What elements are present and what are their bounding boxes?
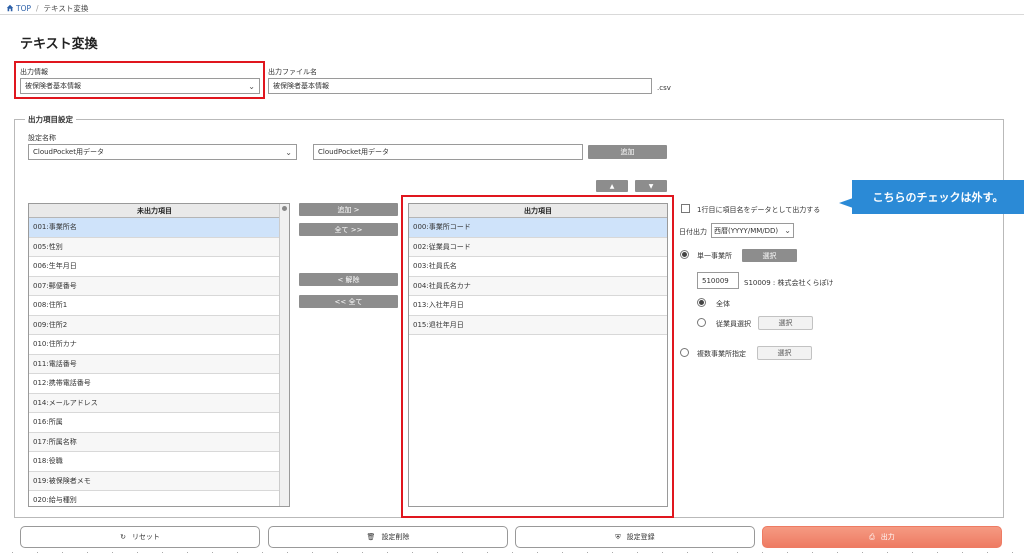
- first-row-header-label: 1行目に項目名をデータとして出力する: [697, 206, 821, 214]
- output-list-header: 出力項目: [409, 204, 667, 218]
- instruction-callout: こちらのチェックは外す。: [852, 180, 1024, 214]
- unoutput-list-rows: 001:事業所名 005:性別 006:生年月日 007:郵便番号 008:住所1 009…: [29, 218, 280, 506]
- output-filename-extension: .csv: [657, 84, 671, 92]
- list-item[interactable]: 006:生年月日: [29, 257, 280, 277]
- delete-setting-button[interactable]: 🗑 設定削除: [268, 526, 508, 548]
- unoutput-items-list: 未出力項目 001:事業所名 005:性別 006:生年月日 007:郵便番号 008:…: [28, 203, 290, 507]
- list-item[interactable]: 019:被保険者メモ: [29, 471, 280, 491]
- chevron-down-icon: ⌄: [248, 81, 255, 91]
- date-output-select[interactable]: 西暦(YYYY/MM/DD) ⌄: [711, 223, 794, 238]
- add-selected-button[interactable]: 追加 >: [299, 203, 398, 216]
- breadcrumb-current: テキスト変換: [43, 3, 89, 13]
- scrollbar-thumb[interactable]: [282, 206, 287, 211]
- list-item[interactable]: 014:メールアドレス: [29, 393, 280, 413]
- list-item[interactable]: 005:性別: [29, 237, 280, 257]
- multi-office-select-button[interactable]: 選択: [757, 346, 812, 360]
- add-all-button[interactable]: 全て >>: [299, 223, 398, 236]
- list-item[interactable]: 007:郵便番号: [29, 276, 280, 296]
- move-down-button[interactable]: ▼: [635, 180, 667, 192]
- output-icon: ⎙: [869, 532, 875, 541]
- trash-icon: 🗑: [366, 533, 376, 541]
- all-employees-label: 全体: [716, 300, 730, 308]
- header-divider: [0, 14, 1024, 15]
- output-info-value: 被保険者基本情報: [25, 82, 81, 90]
- page-title: テキスト変換: [20, 37, 98, 52]
- output-info-label: 出力情報: [20, 68, 48, 76]
- output-items-legend: 出力項目設定: [25, 114, 76, 125]
- output-filename-label: 出力ファイル名: [268, 68, 317, 76]
- list-item[interactable]: 015:退社年月日: [409, 315, 667, 335]
- list-item[interactable]: 011:電話番号: [29, 354, 280, 374]
- reset-label: リセット: [131, 533, 160, 541]
- single-office-label: 単一事業所: [697, 252, 732, 260]
- callout-pointer: [839, 198, 853, 208]
- employee-select-label: 従業員選択: [716, 320, 751, 328]
- list-item[interactable]: 000:事業所コード: [409, 218, 667, 238]
- multi-office-radio[interactable]: [680, 348, 689, 357]
- output-items-list: 出力項目 000:事業所コード 002:従業員コード 003:社員氏名 004:社員氏…: [408, 203, 668, 507]
- first-row-header-checkbox[interactable]: [681, 204, 690, 213]
- list-item[interactable]: 016:所属: [29, 413, 280, 433]
- date-output-value: 西暦(YYYY/MM/DD): [714, 226, 779, 235]
- output-button[interactable]: ⎙ 出力: [762, 526, 1002, 548]
- single-office-radio[interactable]: [680, 250, 689, 259]
- list-item[interactable]: 018:役職: [29, 452, 280, 472]
- list-item[interactable]: 013:入社年月日: [409, 296, 667, 316]
- list-item[interactable]: 004:社員氏名カナ: [409, 276, 667, 296]
- reset-button[interactable]: ↻ リセット: [20, 526, 260, 548]
- list-item[interactable]: 008:住所1: [29, 296, 280, 316]
- output-list-rows: 000:事業所コード 002:従業員コード 003:社員氏名 004:社員氏名カナ 01…: [409, 218, 667, 335]
- reset-icon: ↻: [120, 533, 126, 541]
- list-item[interactable]: 001:事業所名: [29, 218, 280, 238]
- multi-office-label: 複数事業所指定: [697, 350, 746, 358]
- remove-all-button[interactable]: << 全て: [299, 295, 398, 308]
- register-setting-button[interactable]: ⛨ 設定登録: [515, 526, 755, 548]
- breadcrumb-separator: /: [36, 3, 39, 13]
- unoutput-list-header: 未出力項目: [29, 204, 280, 218]
- list-item[interactable]: 010:住所カナ: [29, 335, 280, 355]
- breadcrumb: TOP / テキスト変換: [6, 2, 88, 14]
- chevron-down-icon: ⌄: [784, 226, 791, 235]
- list-item[interactable]: 017:所属名称: [29, 432, 280, 452]
- output-label: 出力: [880, 533, 895, 541]
- remove-selected-button[interactable]: < 解除: [299, 273, 398, 286]
- page-bottom-edge: [0, 548, 1024, 557]
- setting-name-label: 設定名称: [28, 134, 56, 142]
- single-office-select-button[interactable]: 選択: [742, 249, 797, 262]
- list-item[interactable]: 020:給与種別: [29, 491, 280, 506]
- output-filename-input[interactable]: 被保険者基本情報: [268, 78, 652, 94]
- date-output-label: 日付出力: [679, 228, 707, 236]
- office-name: S10009 : 株式会社くらぽけ: [744, 279, 834, 287]
- list-item[interactable]: 002:従業員コード: [409, 237, 667, 257]
- list-item[interactable]: 012:携帯電話番号: [29, 374, 280, 394]
- list-item[interactable]: 003:社員氏名: [409, 257, 667, 277]
- move-up-button[interactable]: ▲: [596, 180, 628, 192]
- delete-setting-label: 設定削除: [381, 533, 410, 541]
- employee-select-radio[interactable]: [697, 318, 706, 327]
- setting-add-button[interactable]: 追加: [588, 145, 667, 159]
- setting-name-select[interactable]: CloudPocket用データ ⌄: [28, 144, 297, 160]
- setting-name-input[interactable]: CloudPocket用データ: [313, 144, 583, 160]
- breadcrumb-home-link[interactable]: TOP: [6, 4, 31, 13]
- output-info-select[interactable]: 被保険者基本情報 ⌄: [20, 78, 260, 94]
- all-employees-radio[interactable]: [697, 298, 706, 307]
- office-code-input[interactable]: 510009: [697, 272, 739, 289]
- register-setting-label: 設定登録: [626, 533, 655, 541]
- save-icon: ⛨: [615, 532, 621, 541]
- breadcrumb-home-label: TOP: [16, 3, 32, 13]
- chevron-down-icon: ⌄: [285, 147, 292, 157]
- setting-name-select-value: CloudPocket用データ: [33, 148, 104, 156]
- list-item[interactable]: 009:住所2: [29, 315, 280, 335]
- unoutput-list-scrollbar[interactable]: [279, 204, 289, 506]
- employee-select-button[interactable]: 選択: [758, 316, 813, 330]
- home-icon: [6, 4, 14, 12]
